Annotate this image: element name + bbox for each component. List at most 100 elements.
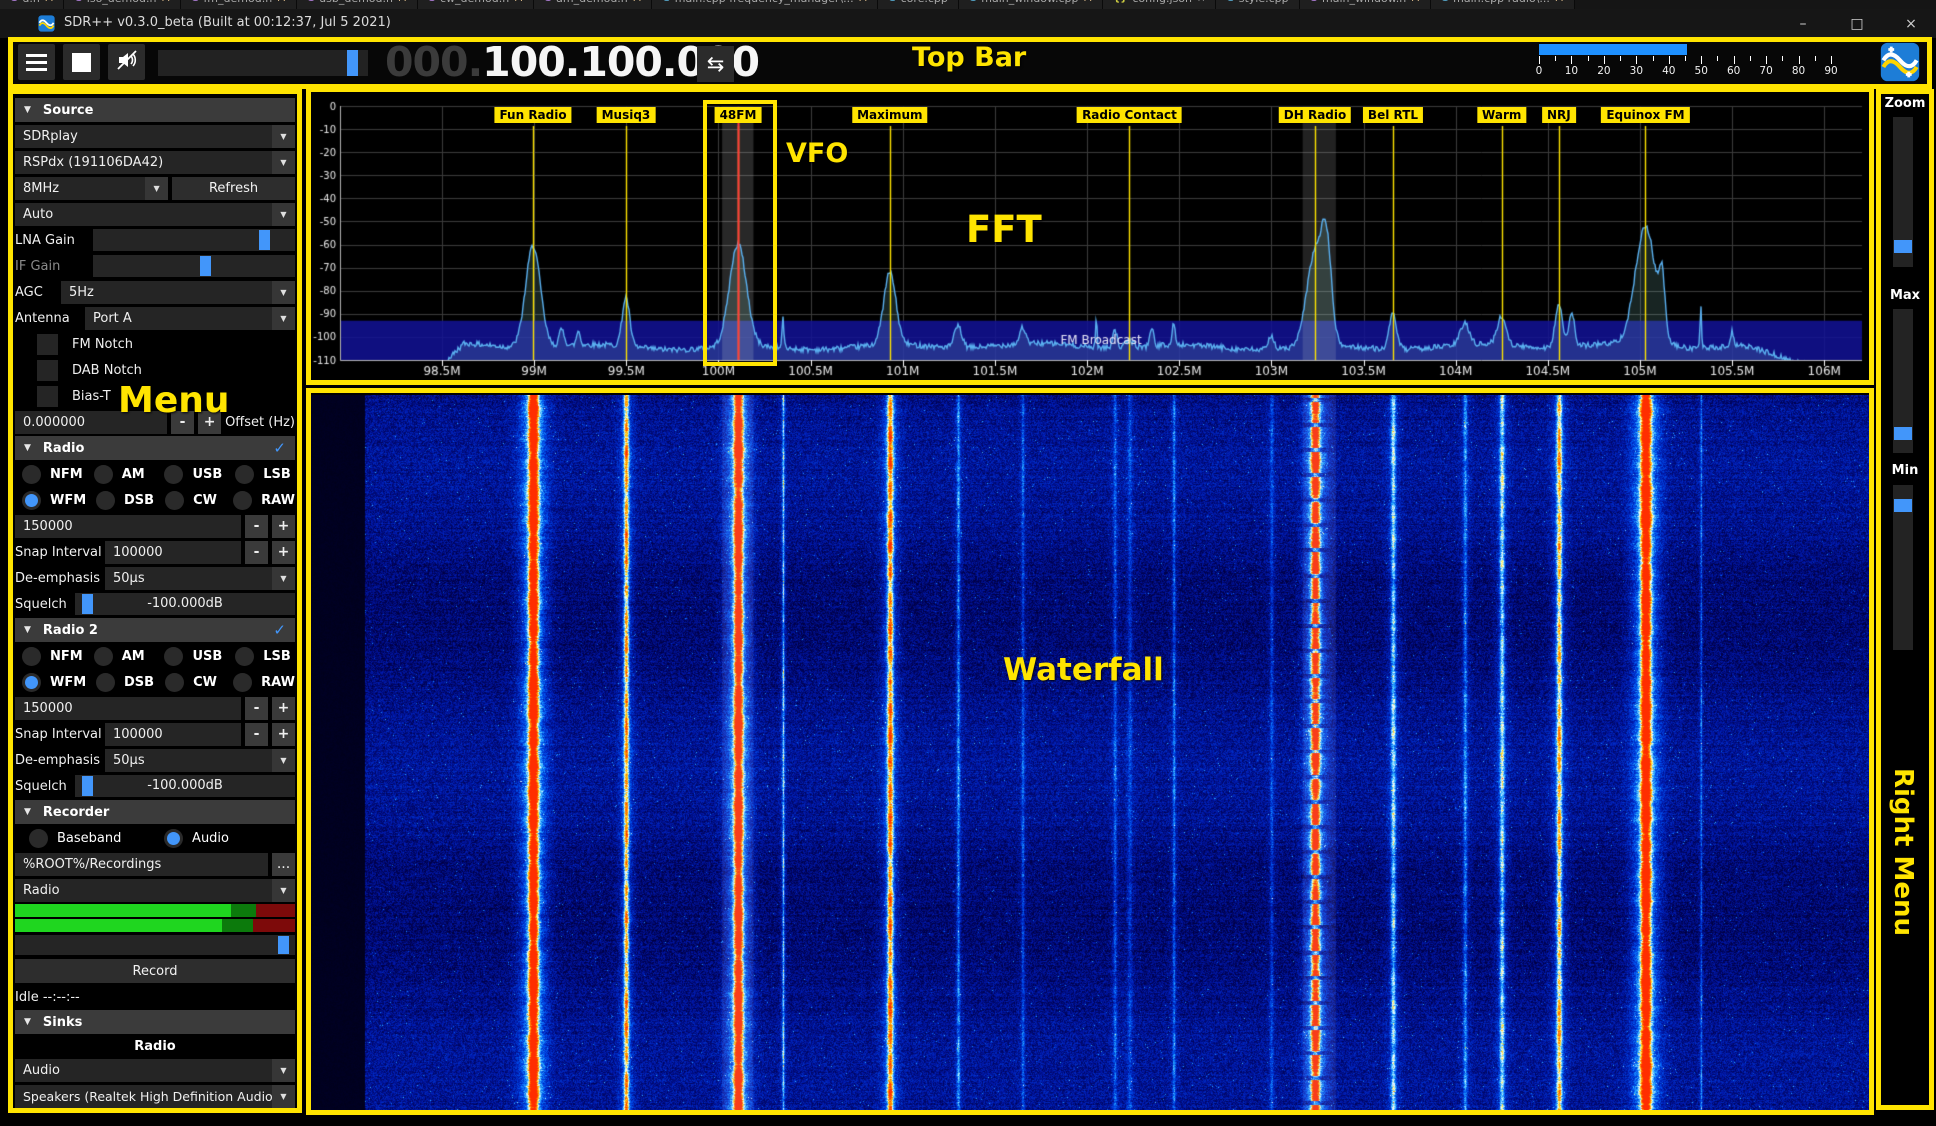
mode-radio2-4[interactable]: WFM (15, 673, 85, 692)
recorder-mode-baseband[interactable]: Baseband (15, 829, 153, 848)
editor-tab[interactable]: {}config.json× (1103, 0, 1216, 9)
if-gain-slider[interactable] (93, 255, 295, 277)
slider-handle[interactable] (278, 936, 289, 954)
snap-minus-button[interactable]: - (245, 723, 268, 746)
station-label-warm[interactable]: Warm (1477, 107, 1526, 123)
editor-tab[interactable]: Cmain_window.cppM (959, 0, 1103, 9)
chevron-down-icon[interactable]: ▼ (272, 749, 295, 772)
editor-tab[interactable]: Ccore.cpp (878, 0, 959, 9)
editor-tab[interactable]: Cstyle.cpp (1216, 0, 1299, 9)
station-label-equinox-fm[interactable]: Equinox FM (1601, 107, 1689, 123)
sink-type-select[interactable]: Audio▼ (15, 1057, 295, 1083)
recorder-volume-slider[interactable] (15, 935, 295, 955)
window-title-bar[interactable]: SDR++ v0.3.0_beta (Built at 00:12:37, Ju… (0, 9, 1936, 38)
module-enabled-check-icon[interactable]: ✓ (273, 621, 286, 639)
radio-button[interactable] (235, 647, 254, 666)
deemphasis-select[interactable]: 50µs▼ (105, 567, 295, 590)
mode-radio2-2[interactable]: USB (157, 647, 224, 666)
mode-radio1-6[interactable]: CW (158, 491, 222, 510)
waterfall-gain-scale[interactable]: 0102030405060708090 (1539, 44, 1847, 78)
zoom-slider[interactable] (1893, 117, 1913, 267)
slider-handle[interactable] (200, 256, 211, 276)
waterfall-display[interactable] (310, 395, 1870, 1115)
station-label-dh-radio[interactable]: DH Radio (1279, 107, 1351, 123)
radio-button[interactable] (233, 673, 252, 692)
slider-handle[interactable] (1894, 427, 1912, 440)
source-device-select[interactable]: RSPdx (191106DA42)▼ (15, 149, 295, 175)
snap-minus-button[interactable]: - (245, 541, 268, 564)
lna-gain-slider[interactable] (93, 229, 295, 251)
minimize-button[interactable]: – (1786, 12, 1820, 35)
offset-input[interactable]: 0.000000 (15, 411, 167, 434)
slider-handle[interactable] (1894, 240, 1912, 253)
max-slider[interactable] (1893, 309, 1913, 453)
source-driver-select[interactable]: SDRplay▼ (15, 123, 295, 149)
mode-radio1-7[interactable]: RAW (226, 491, 295, 510)
editor-tab[interactable]: Cd.hM (0, 0, 64, 9)
editor-tab-strip[interactable]: Cd.hMCiso_demod.hMCfm_demod.hMCusb_demod… (0, 0, 1936, 9)
chevron-down-icon[interactable]: ▼ (272, 203, 295, 226)
station-label-48fm[interactable]: 48FM (715, 107, 762, 123)
radio-button[interactable] (164, 647, 183, 666)
station-label-bel-rtl[interactable]: Bel RTL (1363, 107, 1423, 123)
radio2-section-header[interactable]: ▼Radio 2✓ (15, 617, 295, 643)
recorder-stream-select[interactable]: Radio▼ (15, 877, 295, 903)
radio-button[interactable] (235, 465, 254, 484)
mode-radio1-1[interactable]: AM (87, 465, 154, 484)
mode-radio2-6[interactable]: CW (158, 673, 222, 692)
radio-button[interactable] (96, 673, 115, 692)
source-section-header[interactable]: ▼Source (15, 97, 295, 123)
editor-tab[interactable]: Ciso_demod.hM (64, 0, 181, 9)
agc-select[interactable]: 5Hz▼ (61, 281, 295, 304)
chevron-down-icon[interactable]: ▼ (272, 151, 295, 174)
volume-slider-handle[interactable] (347, 50, 358, 76)
snap-plus-button[interactable]: + (272, 723, 295, 746)
mode-radio1-3[interactable]: LSB (228, 465, 295, 484)
radio-button-selected[interactable] (22, 491, 41, 510)
radio-button[interactable] (233, 491, 252, 510)
slider-handle[interactable] (1894, 499, 1912, 512)
vfo-swap-button[interactable]: ⇆ (697, 46, 734, 82)
tab-close-icon[interactable]: × (1197, 0, 1205, 4)
radio-button[interactable] (164, 465, 183, 484)
chevron-down-icon[interactable]: ▼ (272, 307, 295, 330)
recorder-section-header[interactable]: ▼Recorder (15, 799, 295, 825)
volume-slider[interactable] (158, 50, 368, 76)
snap-interval-input[interactable]: 100000 (105, 541, 241, 564)
min-slider[interactable] (1893, 485, 1913, 650)
radio-button[interactable] (165, 673, 184, 692)
fm-notch-checkbox[interactable] (37, 334, 58, 355)
editor-tab[interactable]: Cfm_demod.hM (181, 0, 297, 9)
station-label-nrj[interactable]: NRJ (1542, 107, 1576, 123)
station-label-fun-radio[interactable]: Fun Radio (494, 107, 571, 123)
chevron-down-icon[interactable]: ▼ (145, 177, 168, 200)
chevron-down-icon[interactable]: ▼ (272, 1059, 295, 1082)
mute-button[interactable] (108, 44, 145, 80)
refresh-button[interactable]: Refresh (172, 177, 295, 200)
if-mode-select[interactable]: Auto▼ (15, 201, 295, 227)
editor-tab[interactable]: Ccw_demod.hM (418, 0, 534, 9)
chevron-down-icon[interactable]: ▼ (272, 1085, 295, 1108)
radio-button[interactable] (22, 465, 41, 484)
sdrpp-logo-button[interactable] (1879, 42, 1921, 82)
dab-notch-checkbox[interactable] (37, 360, 58, 381)
station-label-musiq3[interactable]: Musiq3 (597, 107, 656, 123)
radio-section-header[interactable]: ▼Radio✓ (15, 435, 295, 461)
mode-radio1-2[interactable]: USB (157, 465, 224, 484)
mode-radio1-5[interactable]: DSB (89, 491, 154, 510)
mode-radio2-7[interactable]: RAW (226, 673, 295, 692)
station-label-radio-contact[interactable]: Radio Contact (1077, 107, 1182, 123)
stop-button[interactable] (63, 44, 100, 80)
mode-radio2-5[interactable]: DSB (89, 673, 154, 692)
radio-button[interactable] (22, 647, 41, 666)
squelch-slider[interactable]: -100.000dB (75, 775, 295, 797)
sink-device-select[interactable]: Speakers (Realtek High Definition Audio)… (15, 1083, 295, 1109)
radio-button[interactable] (96, 491, 115, 510)
editor-tab[interactable]: Cmain.cpp frequency_manager\...M (652, 0, 878, 9)
mode-radio1-0[interactable]: NFM (15, 465, 83, 484)
radio-button[interactable] (94, 465, 113, 484)
browse-button[interactable]: ... (272, 853, 295, 876)
editor-tab[interactable]: Cmain.cpp radio\...M (1431, 0, 1575, 9)
editor-tab[interactable]: Cam_demod.hM (534, 0, 653, 9)
bandwidth-input[interactable]: 150000 (15, 697, 241, 720)
